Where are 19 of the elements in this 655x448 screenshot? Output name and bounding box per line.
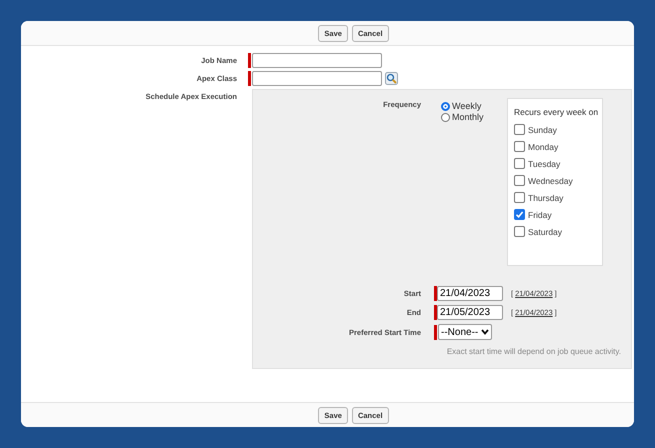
- note-text: Exact start time will depend on job queue activity.: [446, 347, 621, 356]
- radio-option[interactable]: Monthly: [441, 112, 507, 122]
- weekday-checkbox[interactable]: Thursday: [514, 192, 602, 203]
- weekday-checkbox[interactable]: Friday: [514, 209, 602, 220]
- date-field[interactable]: 21/05/2023: [437, 305, 503, 320]
- text-field[interactable]: [252, 71, 382, 86]
- date-field[interactable]: 21/04/2023: [437, 286, 503, 301]
- weekday-checkbox[interactable]: Sunday: [514, 124, 602, 135]
- search-icon[interactable]: [385, 72, 398, 85]
- weekday-checkbox[interactable]: Tuesday: [514, 158, 602, 169]
- radio-option[interactable]: Weekly: [441, 101, 507, 111]
- text-field[interactable]: [252, 53, 382, 68]
- weekday-checkbox[interactable]: Saturday: [514, 226, 602, 237]
- check-icon: [515, 210, 524, 219]
- chevron-icon: [481, 329, 490, 335]
- time-select[interactable]: --None--: [438, 324, 492, 340]
- box-title: Recurs every week on: [514, 107, 600, 117]
- weekday-checkbox[interactable]: Wednesday: [514, 175, 602, 186]
- weekday-checkbox[interactable]: Monday: [514, 141, 602, 152]
